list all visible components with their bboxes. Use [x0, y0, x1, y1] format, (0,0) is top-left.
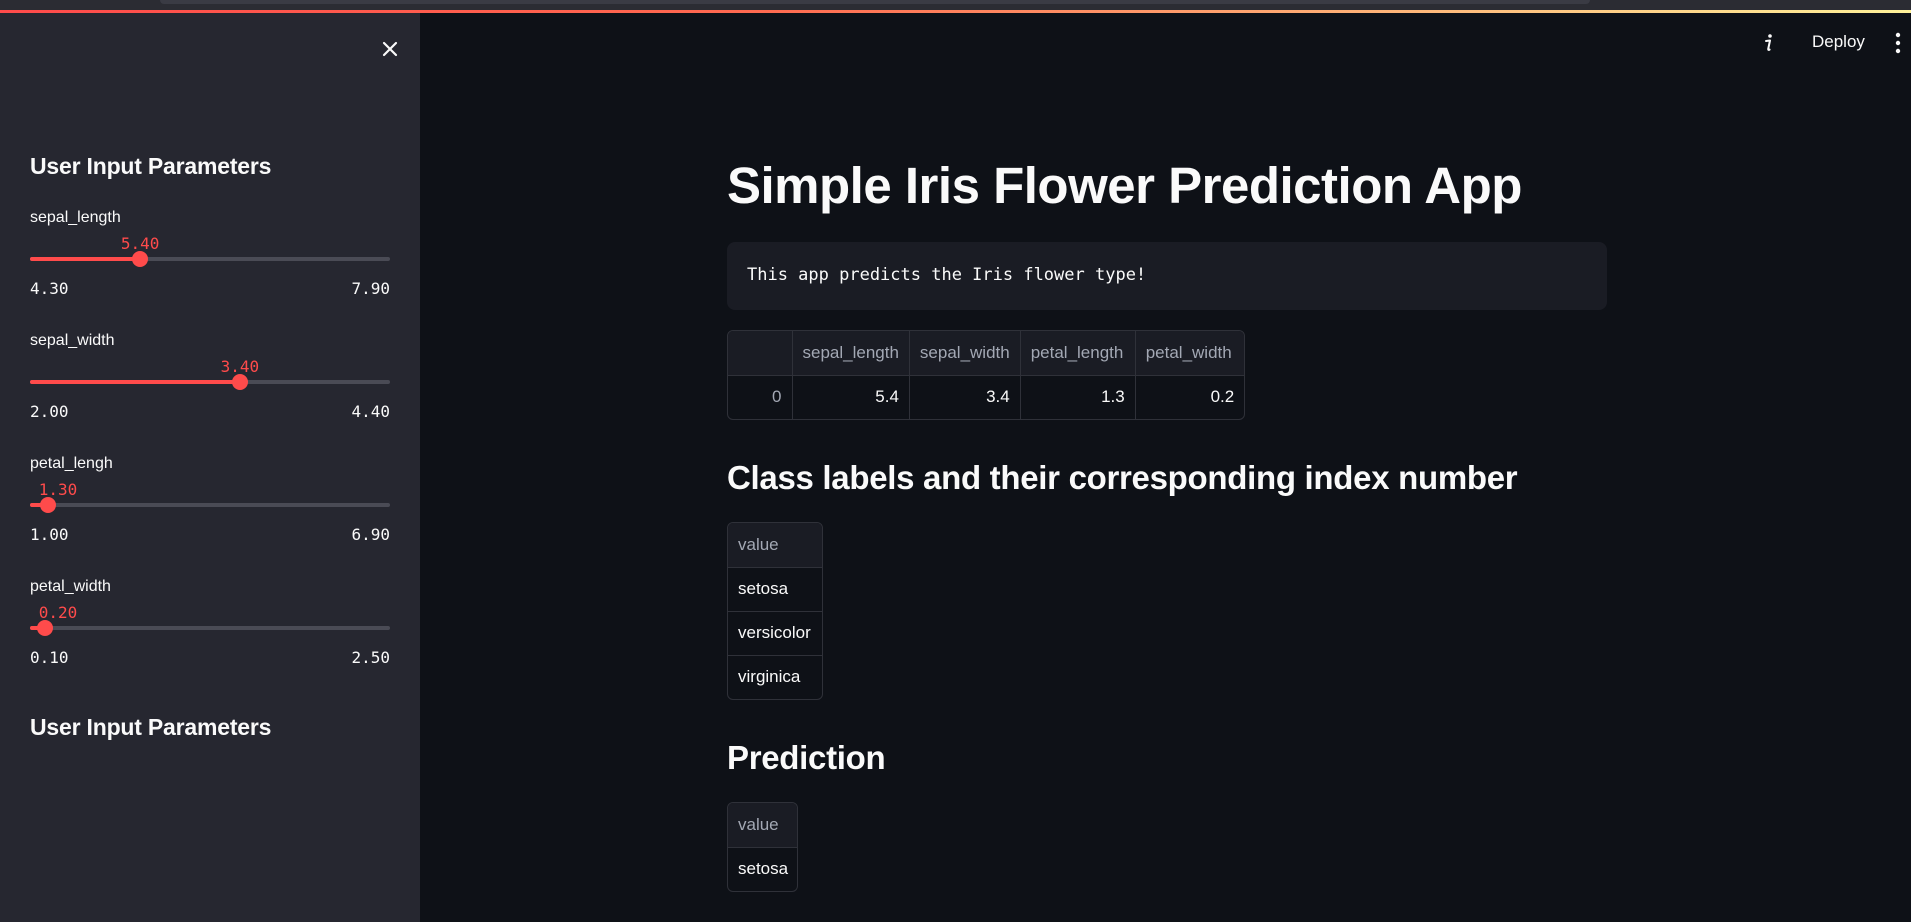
column-header[interactable]: petal_width: [1135, 331, 1245, 376]
slider-fill: [30, 380, 240, 384]
slider-min: 4.30: [30, 279, 69, 298]
slider-value: 1.30: [38, 480, 78, 499]
slider-fill: [30, 257, 141, 261]
slider-max: 2.50: [351, 648, 390, 667]
table-cell[interactable]: 3.4: [909, 375, 1021, 419]
table-header-row: sepal_length sepal_width petal_length pe…: [728, 331, 1245, 376]
table-cell[interactable]: 0.2: [1135, 375, 1244, 419]
index-header: [728, 331, 793, 376]
table-row: 0 5.4 3.4 1.3 0.2: [728, 375, 1244, 419]
table-cell[interactable]: 1.3: [1020, 375, 1136, 419]
classes-heading: Class labels and their corresponding ind…: [727, 459, 1518, 496]
slider-label: sepal_width: [30, 332, 115, 349]
main-content: Deploy Simple Iris Flower Prediction App…: [420, 13, 1911, 922]
row-index: 0: [728, 375, 793, 419]
slider-track[interactable]: [30, 374, 390, 390]
slider-min: 2.00: [30, 402, 69, 421]
slider-label: petal_width: [30, 578, 111, 595]
info-icon: [1765, 34, 1772, 51]
slider-petal-length[interactable]: petal_lengh 1.30 1.00 6.90: [30, 455, 390, 555]
slider-label: petal_lengh: [30, 455, 113, 472]
column-header[interactable]: value: [728, 803, 797, 848]
slider-min: 0.10: [30, 648, 69, 667]
slider-thumb[interactable]: [231, 374, 248, 390]
slider-min: 1.00: [30, 525, 69, 544]
slider-track[interactable]: [30, 620, 390, 636]
table-cell[interactable]: 5.4: [792, 375, 910, 419]
column-header[interactable]: sepal_length: [792, 331, 910, 376]
deploy-button[interactable]: Deploy: [1800, 27, 1877, 57]
column-header[interactable]: petal_length: [1020, 331, 1136, 376]
table-row: setosa: [728, 567, 822, 612]
main-menu-button[interactable]: [1886, 29, 1910, 57]
code-block: This app predicts the Iris flower type!: [727, 242, 1607, 310]
more-vertical-icon: [1895, 32, 1901, 54]
slider-max: 6.90: [351, 525, 390, 544]
slider-max: 4.40: [351, 402, 390, 421]
slider-max: 7.90: [351, 279, 390, 298]
input-dataframe[interactable]: sepal_length sepal_width petal_length pe…: [727, 330, 1246, 420]
sidebar-heading-2: User Input Parameters: [30, 714, 272, 740]
column-header[interactable]: sepal_width: [909, 331, 1021, 376]
slider-sepal-length[interactable]: sepal_length 5.40 4.30 7.90: [30, 209, 390, 309]
page-title: Simple Iris Flower Prediction App: [727, 157, 1522, 214]
column-header[interactable]: value: [728, 523, 822, 568]
slider-thumb[interactable]: [37, 620, 54, 636]
table-cell[interactable]: virginica: [728, 655, 822, 699]
classes-dataframe[interactable]: value setosa versicolor virginica: [727, 522, 823, 700]
table-row: setosa: [728, 847, 797, 891]
code-text: This app predicts the Iris flower type!: [747, 265, 1147, 285]
slider-thumb[interactable]: [132, 251, 149, 267]
browser-address-bar: [160, 0, 1590, 4]
table-cell[interactable]: versicolor: [728, 611, 822, 656]
slider-track[interactable]: [30, 497, 390, 513]
close-icon: [382, 41, 398, 57]
close-sidebar-button[interactable]: [376, 35, 404, 63]
slider-thumb[interactable]: [40, 497, 57, 513]
sidebar-heading: User Input Parameters: [30, 153, 272, 179]
sidebar: User Input Parameters sepal_length 5.40 …: [0, 13, 420, 922]
slider-sepal-width[interactable]: sepal_width 3.40 2.00 4.40: [30, 332, 390, 432]
table-header-row: value: [728, 803, 797, 848]
info-button[interactable]: [1757, 31, 1781, 55]
table-row: versicolor: [728, 611, 822, 656]
prediction-heading: Prediction: [727, 739, 886, 776]
slider-track[interactable]: [30, 251, 390, 267]
prediction-dataframe[interactable]: value setosa: [727, 802, 798, 892]
table-row: virginica: [728, 655, 822, 699]
table-cell[interactable]: setosa: [728, 847, 797, 891]
table-cell[interactable]: setosa: [728, 567, 822, 612]
slider-label: sepal_length: [30, 209, 121, 226]
table-header-row: value: [728, 523, 822, 568]
slider-petal-width[interactable]: petal_width 0.20 0.10 2.50: [30, 578, 390, 678]
